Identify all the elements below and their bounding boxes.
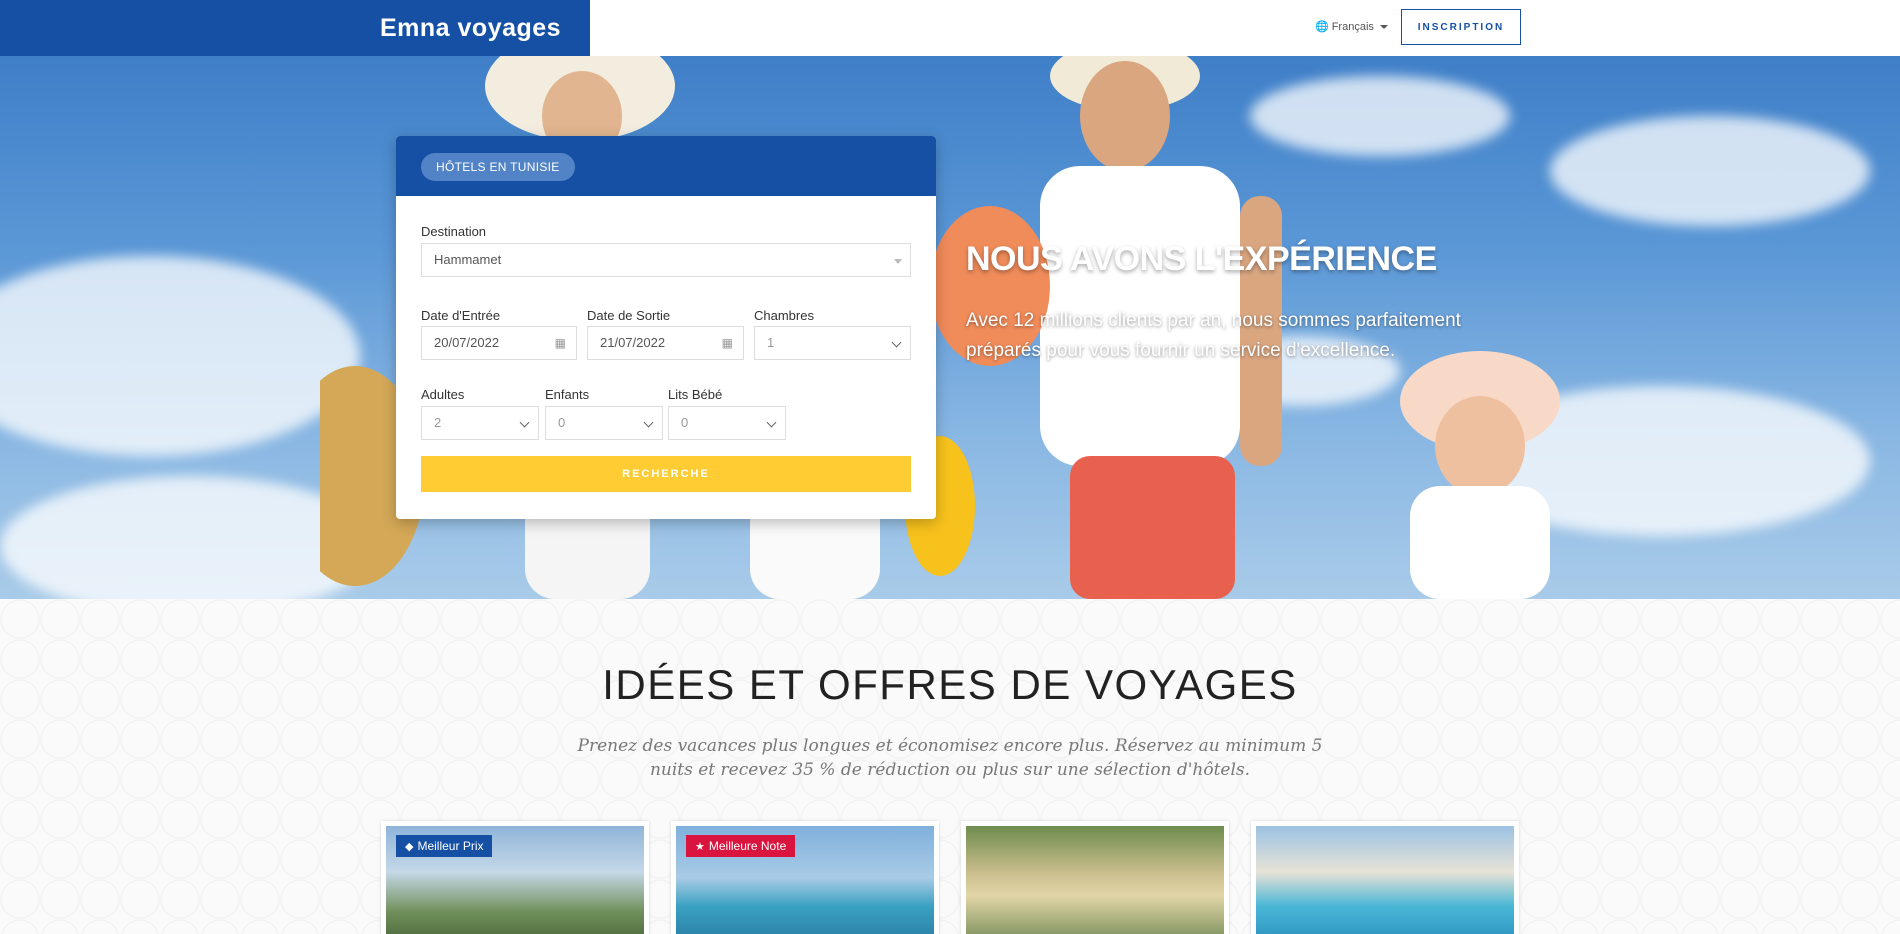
offers-subtitle: Prenez des vacances plus longues et écon… xyxy=(577,736,1323,780)
signup-button[interactable]: INSCRIPTION xyxy=(1401,9,1521,45)
hotel-image xyxy=(966,826,1224,934)
offer-card[interactable] xyxy=(961,821,1229,934)
chevron-down-icon xyxy=(891,337,902,348)
checkin-label: Date d'Entrée xyxy=(421,308,501,323)
adults-select[interactable]: 2 xyxy=(421,406,539,440)
cribs-value: 0 xyxy=(681,415,689,430)
children-label: Enfants xyxy=(545,387,590,402)
adults-value: 2 xyxy=(434,415,442,430)
destination-value: Hammamet xyxy=(434,252,502,267)
chevron-down-icon xyxy=(643,417,654,428)
calendar-icon: ▦ xyxy=(554,336,566,350)
hero-banner: NOUS AVONS L'EXPÉRIENCE Avec 12 millions… xyxy=(0,56,1900,599)
hero-text: Avec 12 millions clients par an, nous so… xyxy=(966,310,1461,361)
cloud xyxy=(0,256,360,456)
language-label: Français xyxy=(1331,20,1374,33)
chevron-down-icon xyxy=(766,417,777,428)
language-selector[interactable]: 🌐 Français xyxy=(1315,20,1388,33)
offer-card[interactable]: ★ Meilleure Note xyxy=(671,821,939,934)
top-navbar: Emna voyages 🌐 Français INSCRIPTION xyxy=(0,0,1900,56)
rooms-select[interactable]: 1 xyxy=(754,326,911,360)
search-button[interactable]: RECHERCHE xyxy=(421,456,911,492)
search-card-header: HÔTELS EN TUNISIE xyxy=(396,136,936,196)
checkin-date-input[interactable]: 20/07/2022 ▦ xyxy=(421,326,577,360)
offer-card[interactable]: ◆ Meilleur Prix xyxy=(381,821,649,934)
destination-select[interactable]: Hammamet xyxy=(421,243,911,277)
adults-label: Adultes xyxy=(421,387,465,402)
children-value: 0 xyxy=(558,415,566,430)
rooms-label: Chambres xyxy=(754,308,814,323)
hero-title: NOUS AVONS L'EXPÉRIENCE xyxy=(966,240,1437,278)
badge-label: Meilleur Prix xyxy=(417,839,484,853)
best-rating-badge: ★ Meilleure Note xyxy=(686,835,796,857)
hotel-search-form: HÔTELS EN TUNISIE Destination Hammamet D… xyxy=(396,136,936,519)
children-select[interactable]: 0 xyxy=(545,406,663,440)
badge-label: Meilleure Note xyxy=(708,839,787,853)
rooms-value: 1 xyxy=(767,335,775,350)
tag-icon: ◆ xyxy=(405,841,414,853)
checkout-date-input[interactable]: 21/07/2022 ▦ xyxy=(587,326,744,360)
offers-section: IDÉES ET OFFRES DE VOYAGES Prenez des va… xyxy=(0,599,1900,934)
hotel-image: ◆ Meilleur Prix xyxy=(386,826,644,934)
checkin-value: 20/07/2022 xyxy=(434,335,500,350)
destination-label: Destination xyxy=(421,224,487,239)
offers-title: IDÉES ET OFFRES DE VOYAGES xyxy=(602,661,1298,708)
offer-card[interactable] xyxy=(1251,821,1519,934)
globe-icon: 🌐 xyxy=(1315,21,1329,33)
hotel-image: ★ Meilleure Note xyxy=(676,826,934,934)
brand-logo[interactable]: Emna voyages xyxy=(0,0,590,56)
trophy-icon: ★ xyxy=(695,841,705,853)
checkout-label: Date de Sortie xyxy=(587,308,671,323)
cribs-label: Lits Bébé xyxy=(668,387,723,402)
caret-down-icon xyxy=(1379,24,1388,29)
calendar-icon: ▦ xyxy=(721,336,733,350)
dropdown-triangle-icon xyxy=(894,259,902,264)
chevron-down-icon xyxy=(519,417,530,428)
hotel-image xyxy=(1256,826,1514,934)
tab-hotels-tunisia[interactable]: HÔTELS EN TUNISIE xyxy=(421,153,575,181)
best-price-badge: ◆ Meilleur Prix xyxy=(396,835,493,857)
cribs-select[interactable]: 0 xyxy=(668,406,786,440)
checkout-value: 21/07/2022 xyxy=(600,335,666,350)
